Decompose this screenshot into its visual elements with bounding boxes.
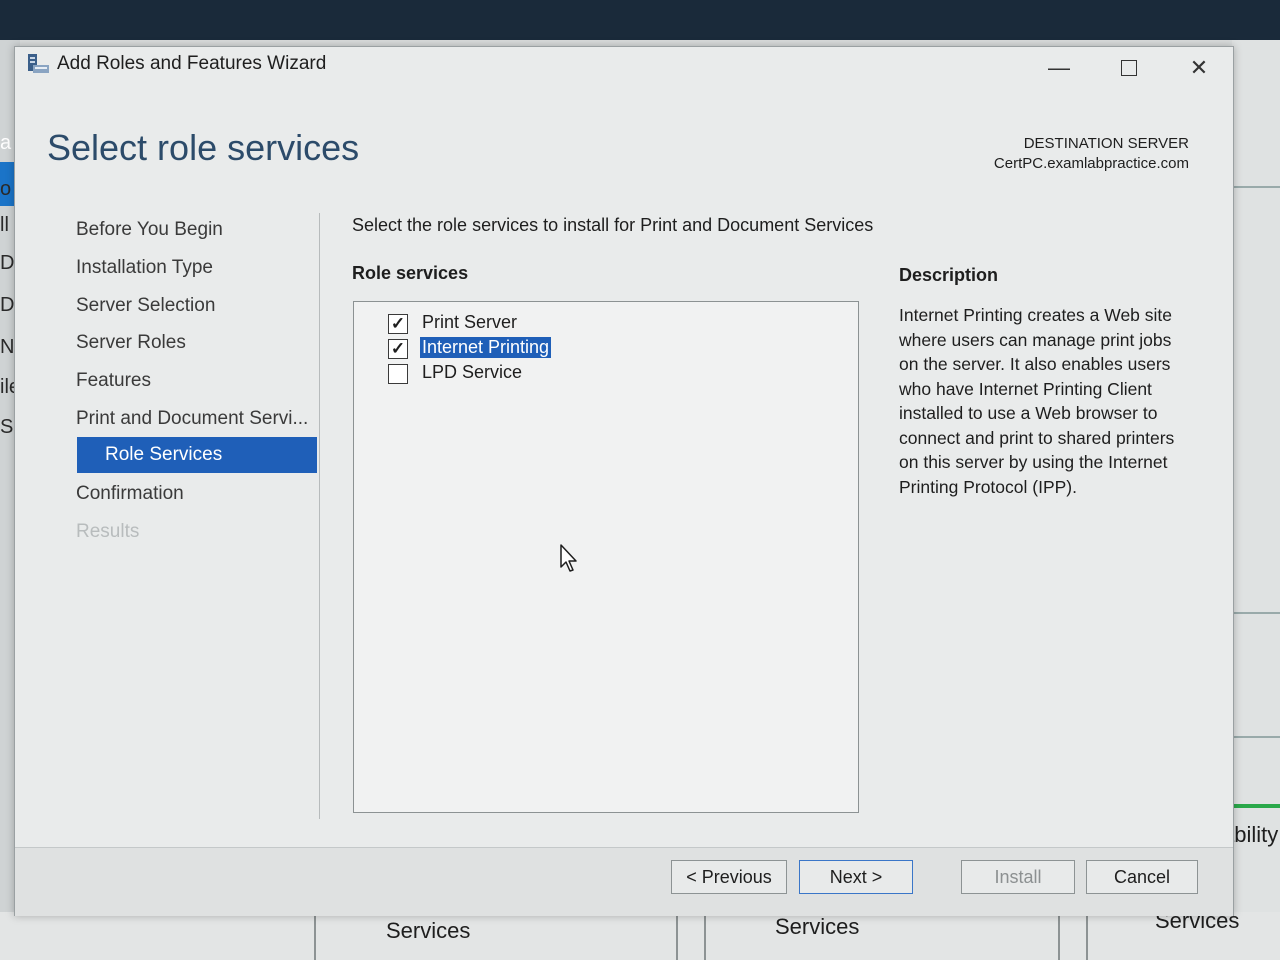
tile-services-link[interactable]: Services [386, 918, 470, 944]
server-manager-tiles [0, 912, 1280, 960]
nav-divider [319, 213, 320, 819]
checkbox-lpd-service[interactable] [388, 364, 408, 384]
close-button[interactable]: ✕ [1179, 53, 1219, 83]
nav-features[interactable]: Features [76, 370, 151, 392]
tile-divider [314, 912, 316, 960]
nav-role-services[interactable]: Role Services [77, 437, 317, 473]
description-text: Internet Printing creates a Web site whe… [899, 305, 1175, 497]
checkbox-print-server[interactable]: ✓ [388, 314, 408, 334]
panel-divider [1228, 612, 1280, 614]
panel-divider [1228, 186, 1280, 188]
minimize-icon: — [1048, 55, 1070, 80]
nav-print-document-services[interactable]: Print and Document Servi... [76, 408, 308, 430]
install-button: Install [961, 860, 1075, 894]
tile-divider [1086, 912, 1088, 960]
instruction-text: Select the role services to install for … [352, 215, 874, 235]
next-button[interactable]: Next > [799, 860, 913, 894]
destination-server-name: CertPC.examlabpractice.com [993, 155, 1189, 172]
role-service-label[interactable]: Print Server [420, 312, 519, 333]
add-roles-wizard-window: Add Roles and Features Wizard — ✕ Select… [14, 46, 1234, 916]
nav-role-services-label: Role Services [105, 444, 223, 465]
tile-divider [676, 912, 678, 960]
mouse-cursor-icon [560, 544, 577, 572]
nav-results: Results [76, 521, 140, 542]
minimize-button[interactable]: — [1039, 53, 1079, 83]
server-manager-header [0, 0, 1280, 40]
close-icon: ✕ [1189, 55, 1209, 80]
nav-installation-type[interactable]: Installation Type [76, 257, 213, 279]
role-service-label[interactable]: Internet Printing [420, 337, 552, 358]
nav-confirmation[interactable]: Confirmation [76, 483, 184, 505]
tile-divider [1058, 912, 1060, 960]
window-title: Add Roles and Features Wizard [57, 53, 327, 74]
wizard-footer: < Previous Next > Install Cancel [15, 847, 1233, 916]
role-services-list[interactable]: ✓ Print Server ✓ Internet Printing LPD S… [353, 301, 859, 813]
tile-services-link[interactable]: Services [775, 914, 859, 940]
nav-server-selection[interactable]: Server Selection [76, 295, 215, 317]
description-heading: Description [899, 265, 999, 285]
server-wizard-icon [28, 54, 49, 73]
nav-server-roles[interactable]: Server Roles [76, 332, 186, 354]
maximize-icon [1121, 60, 1137, 76]
status-bar-green [1228, 804, 1280, 808]
destination-server-label: DESTINATION SERVER [1023, 135, 1189, 152]
cancel-button[interactable]: Cancel [1086, 860, 1198, 894]
page-title: Select role services [47, 127, 360, 168]
checkbox-internet-printing[interactable]: ✓ [388, 339, 408, 359]
role-service-label[interactable]: LPD Service [420, 362, 524, 383]
role-services-heading: Role services [352, 263, 469, 283]
tile-divider [704, 912, 706, 960]
title-bar[interactable]: Add Roles and Features Wizard — ✕ [15, 47, 1233, 87]
nav-before-you-begin[interactable]: Before You Begin [76, 219, 223, 241]
maximize-button[interactable] [1109, 53, 1149, 83]
panel-divider [1228, 736, 1280, 738]
previous-button[interactable]: < Previous [671, 860, 787, 894]
